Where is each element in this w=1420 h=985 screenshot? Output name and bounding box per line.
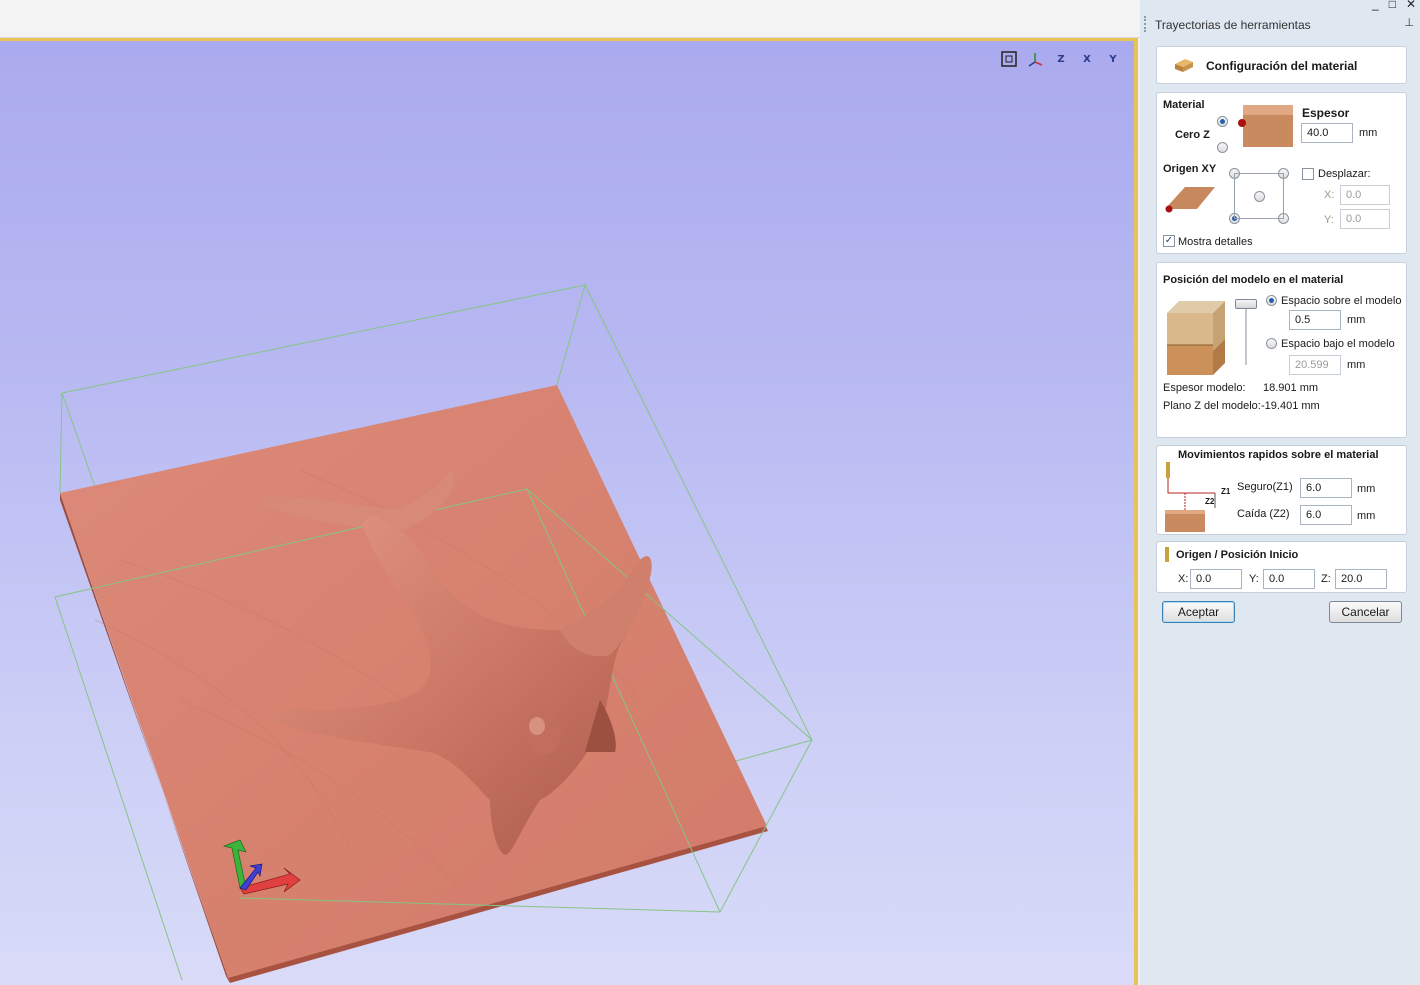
z1-tag: Z1	[1221, 487, 1231, 496]
view-z-icon[interactable]: Z	[1050, 49, 1072, 69]
material-block-icon	[1175, 59, 1193, 72]
rapid-moves-section: Movimientos rapidos sobre el material Z1…	[1156, 445, 1407, 535]
gap-above-input[interactable]: 0.5	[1289, 310, 1341, 330]
view-y-icon[interactable]: Y	[1102, 49, 1124, 69]
gap-above-label: Espacio sobre el modelo	[1281, 295, 1402, 307]
iso-view-icon[interactable]	[1024, 49, 1046, 69]
offset-x-input[interactable]: 0.0	[1340, 185, 1390, 205]
gap-slider-track	[1245, 303, 1247, 365]
top-strip	[0, 0, 1140, 38]
safe-z-label: Seguro(Z1)	[1237, 481, 1293, 493]
material-thickness-icon	[1238, 105, 1293, 147]
show-details-checkbox[interactable]: ✓	[1163, 235, 1175, 247]
gap-below-radio[interactable]	[1266, 338, 1277, 349]
model-z-plane-label: Plano Z del modelo:	[1163, 400, 1261, 412]
3d-viewport[interactable]: Z X Y	[0, 41, 1134, 985]
gap-below-input[interactable]: 20.599	[1289, 355, 1341, 375]
offset-checkbox[interactable]	[1302, 168, 1314, 180]
plunge-z-label: Caída (Z2)	[1237, 508, 1290, 520]
model-thickness-value: 18.901 mm	[1263, 382, 1319, 394]
zero-z-top-radio[interactable]	[1217, 116, 1228, 127]
3d-scene	[54, 284, 813, 983]
offset-x-label: X:	[1324, 189, 1335, 201]
toolpaths-panel: _ □ ✕ Trayectorias de herramientas ⊥ Con…	[1140, 0, 1420, 985]
show-details-label: Mostra detalles	[1178, 236, 1253, 248]
restore-icon[interactable]: □	[1389, 0, 1396, 11]
gap-above-radio[interactable]	[1266, 295, 1277, 306]
view-x-icon[interactable]: X	[1076, 49, 1098, 69]
thickness-input[interactable]: 40.0	[1301, 123, 1353, 143]
home-z-input[interactable]: 20.0	[1335, 569, 1387, 589]
zero-z-label: Cero Z	[1175, 129, 1210, 141]
close-icon[interactable]: ✕	[1406, 0, 1416, 11]
cancel-button[interactable]: Cancelar	[1329, 601, 1402, 623]
model-thickness-label: Espesor modelo:	[1163, 382, 1246, 394]
rapid-moves-icon	[1165, 462, 1216, 532]
origin-frame	[1234, 173, 1284, 219]
material-setup-title: Configuración del material	[1206, 59, 1358, 73]
panel-title: Trayectorias de herramientas	[1155, 18, 1311, 32]
gap-above-unit: mm	[1347, 314, 1366, 326]
home-position-title: Origen / Posición Inicio	[1176, 549, 1299, 561]
gap-slider-thumb[interactable]	[1235, 299, 1257, 309]
model-position-icon	[1167, 301, 1225, 375]
xy-origin-icon	[1165, 187, 1215, 213]
offset-y-label: Y:	[1324, 214, 1334, 226]
thickness-label: Espesor	[1302, 106, 1350, 120]
plunge-z-unit: mm	[1357, 510, 1376, 522]
viewport-right-border	[1134, 38, 1138, 985]
gap-below-unit: mm	[1347, 359, 1366, 371]
material-slab-top	[60, 385, 767, 978]
z2-tag: Z2	[1205, 497, 1215, 506]
view-toolbar: Z X Y	[998, 49, 1124, 69]
thickness-unit: mm	[1359, 127, 1378, 139]
plunge-z-input[interactable]: 6.0	[1300, 505, 1352, 525]
material-label: Material	[1163, 99, 1205, 111]
safe-z-unit: mm	[1357, 483, 1376, 495]
offset-label: Desplazar:	[1318, 168, 1371, 180]
zero-z-bottom-radio[interactable]	[1217, 142, 1228, 153]
home-tool-icon	[1165, 547, 1169, 562]
home-position-section: Origen / Posición Inicio X: 0.0 Y: 0.0 Z…	[1156, 541, 1407, 593]
fit-view-icon[interactable]	[998, 49, 1020, 69]
model-position-section: Posición del modelo en el material Espac…	[1156, 262, 1407, 438]
window-controls: _ □ ✕	[1372, 0, 1416, 11]
home-x-label: X:	[1178, 573, 1189, 585]
safe-z-input[interactable]: 6.0	[1300, 478, 1352, 498]
offset-y-input[interactable]: 0.0	[1340, 209, 1390, 229]
gap-below-label: Espacio bajo el modelo	[1281, 338, 1395, 350]
minimize-icon[interactable]: _	[1372, 0, 1379, 11]
accept-button[interactable]: Aceptar	[1162, 601, 1235, 623]
home-y-label: Y:	[1249, 573, 1259, 585]
model-position-title: Posición del modelo en el material	[1163, 274, 1344, 286]
material-setup-header: Configuración del material	[1156, 46, 1407, 84]
home-x-input[interactable]: 0.0	[1190, 569, 1242, 589]
xy-origin-label: Origen XY	[1163, 163, 1217, 175]
model-z-plane-value: -19.401 mm	[1261, 400, 1320, 412]
home-z-label: Z:	[1321, 573, 1331, 585]
home-y-input[interactable]: 0.0	[1263, 569, 1315, 589]
pin-icon[interactable]: ⊥	[1404, 16, 1414, 29]
material-section: Material Cero Z Espesor 40.0 mm Origen X…	[1156, 92, 1407, 254]
